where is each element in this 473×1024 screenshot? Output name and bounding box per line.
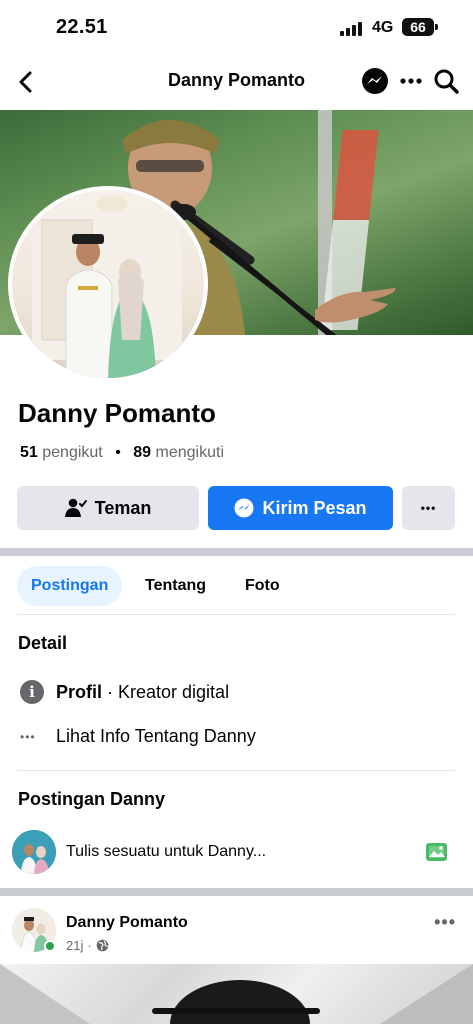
post-meta: 21j ·: [66, 938, 109, 953]
post-image[interactable]: [0, 964, 473, 1024]
friend-button-label: Teman: [94, 497, 152, 518]
send-message-label: Kirim Pesan: [262, 497, 367, 518]
detail-profile-row: i Profil · Kreator digital: [20, 680, 229, 704]
home-indicator: [152, 1008, 320, 1014]
detail-divider: [17, 770, 455, 771]
profile-avatar-image: [32, 196, 182, 378]
signal-icon: [340, 20, 366, 36]
search-icon: [434, 69, 459, 94]
see-about-info-link[interactable]: ••• Lihat Info Tentang Danny: [20, 726, 256, 747]
send-message-button[interactable]: Kirim Pesan: [208, 486, 393, 530]
more-horizontal-icon: [400, 78, 422, 84]
battery-tip: [435, 24, 438, 30]
profile-name: Danny Pomanto: [18, 398, 216, 428]
followers-count[interactable]: 51: [20, 444, 38, 461]
status-time: 22.51: [56, 16, 108, 38]
nav-bar: Danny Pomanto: [0, 56, 473, 108]
globe-icon: [96, 939, 109, 952]
detail-title: Detail: [18, 633, 68, 653]
tabs-divider: [17, 614, 455, 615]
messenger-button[interactable]: [360, 66, 390, 96]
following-count[interactable]: 89: [133, 444, 151, 461]
cover-hand-image: [315, 288, 396, 323]
messenger-icon: [234, 498, 254, 518]
battery-icon: 66: [402, 18, 434, 36]
following-label[interactable]: mengikuti: [156, 444, 224, 461]
more-horizontal-icon: •••: [20, 729, 36, 744]
tab-tentang[interactable]: Tentang: [131, 566, 220, 606]
posts-section-title: Postingan Danny: [18, 789, 166, 809]
messenger-icon: [362, 68, 388, 94]
photo-icon[interactable]: [425, 840, 449, 864]
profile-avatar[interactable]: [8, 186, 208, 382]
composer-avatar: [12, 830, 56, 874]
info-icon: i: [20, 680, 44, 704]
tab-foto[interactable]: Foto: [231, 566, 294, 606]
search-button[interactable]: [431, 66, 461, 96]
post-composer[interactable]: Tulis sesuatu untuk Danny...: [12, 830, 455, 874]
post-image-content: [0, 964, 473, 1024]
friend-button[interactable]: Teman: [17, 486, 199, 530]
post-more-button[interactable]: •••: [434, 912, 456, 933]
online-status-dot: [44, 940, 56, 952]
detail-profile-category: · Kreator digital: [102, 681, 230, 702]
more-horizontal-icon: •••: [420, 501, 437, 515]
follow-stats: 51 pengikut • 89 mengikuti: [20, 444, 224, 462]
detail-profile-label: Profil: [56, 681, 103, 702]
composer-placeholder[interactable]: Tulis sesuatu untuk Danny...: [66, 843, 266, 861]
section-divider: [0, 548, 473, 556]
post-time[interactable]: 21j: [66, 938, 83, 953]
more-button[interactable]: [396, 66, 426, 96]
followers-label[interactable]: pengikut: [42, 444, 103, 461]
network-label: 4G: [372, 19, 394, 36]
profile-more-button[interactable]: •••: [402, 486, 455, 530]
post-meta-dot: ·: [87, 938, 92, 953]
composer-avatar-image: [12, 830, 56, 874]
section-divider: [0, 888, 473, 896]
tab-postingan[interactable]: Postingan: [17, 566, 123, 606]
post-header: Danny Pomanto 21j · •••: [12, 908, 462, 958]
see-about-info-label: Lihat Info Tentang Danny: [56, 726, 256, 746]
friend-check-icon: [64, 498, 87, 517]
post-author-name[interactable]: Danny Pomanto: [66, 914, 188, 932]
status-bar: 22.51 4G 66: [0, 0, 473, 56]
separator: •: [115, 444, 121, 461]
